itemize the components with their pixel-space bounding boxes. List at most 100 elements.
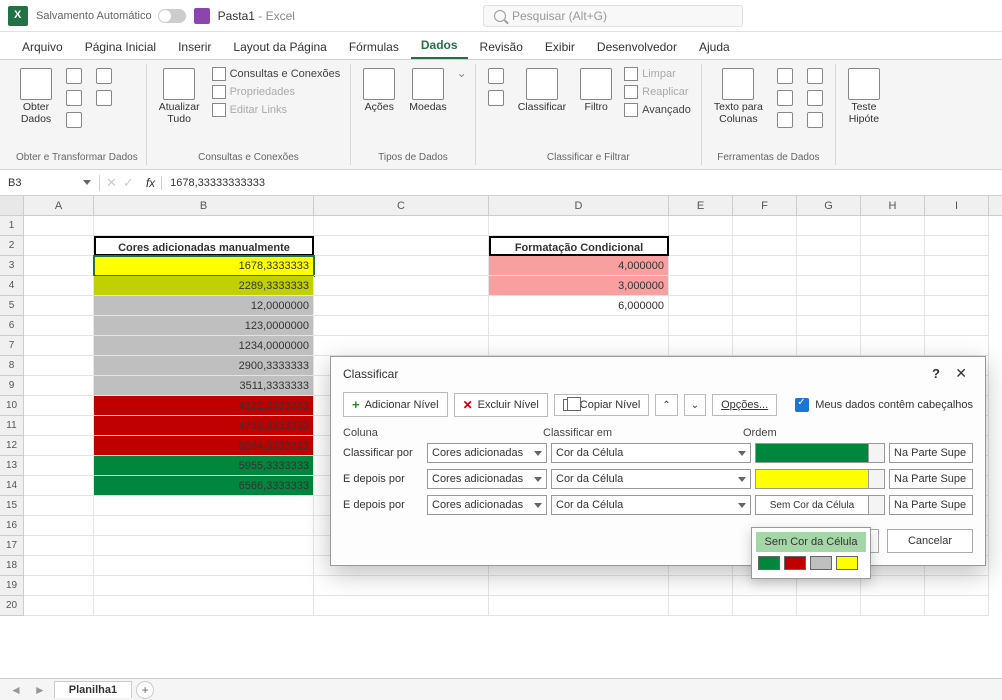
- col-header[interactable]: G: [797, 196, 861, 215]
- cell[interactable]: [861, 216, 925, 236]
- cell[interactable]: [733, 236, 797, 256]
- row-header[interactable]: 14: [0, 476, 24, 496]
- tab-inserir[interactable]: Inserir: [168, 35, 221, 59]
- stocks-button[interactable]: Ações: [359, 66, 399, 116]
- row-header[interactable]: 4: [0, 276, 24, 296]
- cell[interactable]: [24, 256, 94, 276]
- cell[interactable]: [925, 256, 989, 276]
- cell[interactable]: [24, 316, 94, 336]
- cell[interactable]: [797, 216, 861, 236]
- cell[interactable]: [733, 256, 797, 276]
- tab-dados[interactable]: Dados: [411, 33, 468, 59]
- cell[interactable]: [24, 296, 94, 316]
- cell[interactable]: [797, 296, 861, 316]
- cell[interactable]: [24, 396, 94, 416]
- cell[interactable]: [24, 496, 94, 516]
- move-up-button[interactable]: [655, 394, 677, 416]
- cell[interactable]: [314, 296, 489, 316]
- name-box[interactable]: B3: [0, 175, 100, 191]
- cell[interactable]: [94, 596, 314, 616]
- tab-pagina-inicial[interactable]: Página Inicial: [75, 35, 166, 59]
- cell[interactable]: [861, 576, 925, 596]
- cancel-formula-icon[interactable]: ✕: [106, 175, 117, 191]
- expand-icon[interactable]: ⌄: [457, 66, 467, 80]
- cell[interactable]: [925, 236, 989, 256]
- cell[interactable]: 6,000000: [489, 296, 669, 316]
- add-level-button[interactable]: +Adicionar Nível: [343, 392, 448, 417]
- currencies-button[interactable]: Moedas: [405, 66, 450, 116]
- cell[interactable]: [861, 276, 925, 296]
- order-color-select[interactable]: Sem Cor da Célula: [755, 495, 885, 515]
- cell[interactable]: [489, 216, 669, 236]
- row-header[interactable]: 9: [0, 376, 24, 396]
- from-table-button[interactable]: [62, 110, 86, 130]
- refresh-all-button[interactable]: Atualizar Tudo: [155, 66, 204, 127]
- cell[interactable]: [733, 336, 797, 356]
- filter-button[interactable]: Filtro: [576, 66, 616, 116]
- from-text-button[interactable]: [62, 66, 86, 86]
- position-select[interactable]: Na Parte Supe: [889, 443, 973, 463]
- cell[interactable]: [314, 336, 489, 356]
- cell[interactable]: [925, 596, 989, 616]
- accept-formula-icon[interactable]: ✓: [123, 175, 134, 191]
- validate-button[interactable]: [773, 110, 797, 130]
- help-icon[interactable]: ?: [926, 364, 946, 383]
- cell[interactable]: [861, 236, 925, 256]
- autosave-toggle[interactable]: Salvamento Automático: [36, 9, 186, 23]
- dropdown-icon[interactable]: [83, 180, 91, 185]
- cell[interactable]: [861, 256, 925, 276]
- tab-desenvolvedor[interactable]: Desenvolvedor: [587, 35, 687, 59]
- row-header[interactable]: 20: [0, 596, 24, 616]
- tab-revisao[interactable]: Revisão: [470, 35, 533, 59]
- cell[interactable]: [669, 296, 733, 316]
- cell[interactable]: [314, 316, 489, 336]
- cell[interactable]: 1678,3333333: [94, 256, 314, 276]
- cell[interactable]: [314, 236, 489, 256]
- cell[interactable]: [94, 536, 314, 556]
- dropdown-option-no-color[interactable]: Sem Cor da Célula: [756, 532, 866, 552]
- cell[interactable]: [733, 296, 797, 316]
- col-header[interactable]: B: [94, 196, 314, 215]
- row-header[interactable]: 13: [0, 456, 24, 476]
- edit-links-button[interactable]: Editar Links: [210, 102, 343, 118]
- col-header[interactable]: C: [314, 196, 489, 215]
- row-header[interactable]: 17: [0, 536, 24, 556]
- row-header[interactable]: 8: [0, 356, 24, 376]
- cell[interactable]: [797, 336, 861, 356]
- row-header[interactable]: 19: [0, 576, 24, 596]
- cell[interactable]: [94, 576, 314, 596]
- cell[interactable]: [314, 276, 489, 296]
- cell[interactable]: [925, 216, 989, 236]
- from-web-button[interactable]: [62, 88, 86, 108]
- headers-checkbox[interactable]: Meus dados contêm cabeçalhos: [795, 398, 973, 412]
- cell[interactable]: 5344,3333333: [94, 436, 314, 456]
- row-header[interactable]: 16: [0, 516, 24, 536]
- dedupe-button[interactable]: [773, 88, 797, 108]
- cell[interactable]: [24, 356, 94, 376]
- cell[interactable]: [861, 316, 925, 336]
- position-select[interactable]: Na Parte Supe: [889, 469, 973, 489]
- search-box[interactable]: Pesquisar (Alt+G): [483, 5, 743, 27]
- cell[interactable]: 6566,3333333: [94, 476, 314, 496]
- cell[interactable]: [925, 316, 989, 336]
- cell[interactable]: [797, 596, 861, 616]
- cell[interactable]: [314, 216, 489, 236]
- cell[interactable]: [733, 596, 797, 616]
- cell[interactable]: [861, 296, 925, 316]
- clear-button[interactable]: Limpar: [622, 66, 693, 82]
- cell[interactable]: [733, 576, 797, 596]
- cell[interactable]: [489, 596, 669, 616]
- cell[interactable]: [314, 596, 489, 616]
- cell[interactable]: 3,000000: [489, 276, 669, 296]
- delete-level-button[interactable]: ✕Excluir Nível: [454, 393, 548, 417]
- cell[interactable]: 1234,0000000: [94, 336, 314, 356]
- cell[interactable]: [24, 276, 94, 296]
- cell[interactable]: [24, 596, 94, 616]
- col-header[interactable]: H: [861, 196, 925, 215]
- properties-button[interactable]: Propriedades: [210, 84, 343, 100]
- close-icon[interactable]: ✕: [949, 363, 973, 383]
- row-header[interactable]: 11: [0, 416, 24, 436]
- cell[interactable]: [24, 436, 94, 456]
- cell[interactable]: 5955,3333333: [94, 456, 314, 476]
- cell[interactable]: [797, 256, 861, 276]
